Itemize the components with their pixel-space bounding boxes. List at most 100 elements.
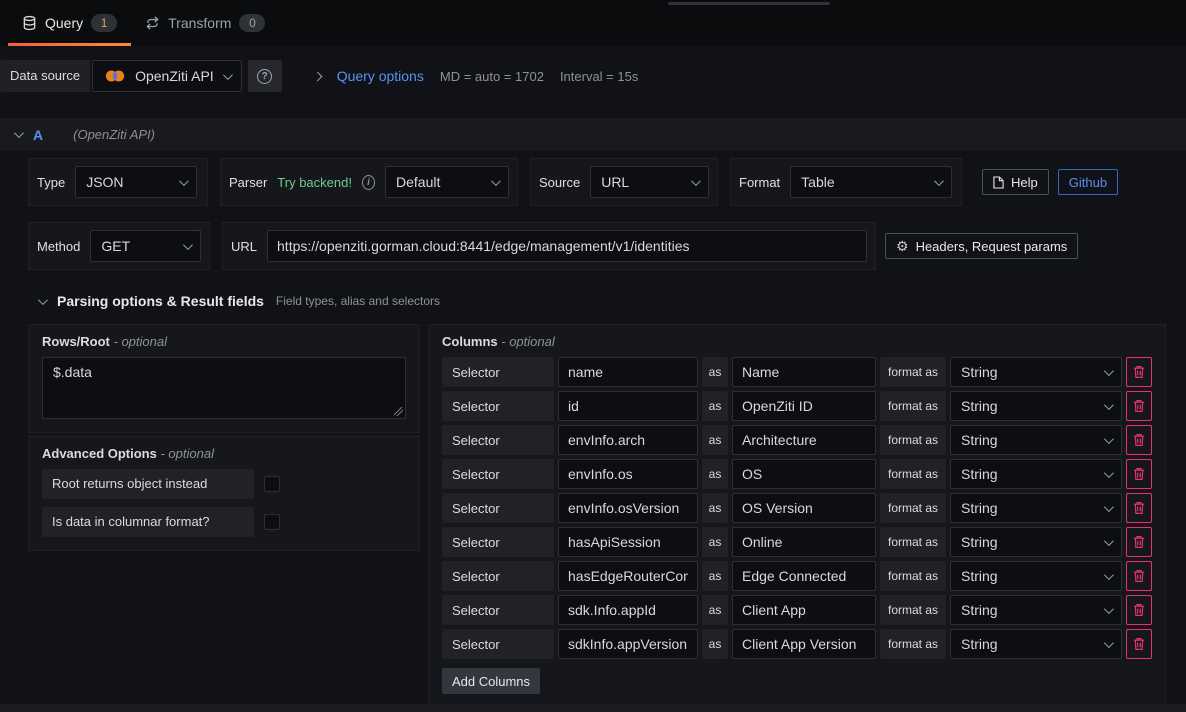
- as-chip: as: [702, 425, 728, 455]
- trash-icon: [1133, 637, 1145, 651]
- type-label: Type: [37, 175, 65, 190]
- alias-input[interactable]: [732, 527, 876, 557]
- parsing-title: Parsing options & Result fields: [57, 293, 264, 309]
- delete-column-button[interactable]: [1126, 595, 1152, 625]
- selector-input[interactable]: [558, 527, 698, 557]
- tab-query[interactable]: Query 1: [8, 0, 131, 46]
- editor-tabbar: Query 1 Transform 0: [0, 0, 1186, 46]
- format-as-chip: format as: [880, 459, 946, 489]
- selector-input[interactable]: [558, 561, 698, 591]
- query-row-header[interactable]: A (OpenZiti API): [0, 118, 1186, 151]
- column-format-select[interactable]: String: [950, 425, 1122, 455]
- tab-transform-label: Transform: [168, 15, 231, 31]
- alias-input[interactable]: [732, 629, 876, 659]
- column-format-value: String: [961, 636, 998, 652]
- as-chip: as: [702, 561, 728, 591]
- method-value: GET: [101, 238, 130, 254]
- selector-input[interactable]: [558, 459, 698, 489]
- column-format-select[interactable]: String: [950, 527, 1122, 557]
- parser-group: Parser Try backend! i Default: [220, 158, 518, 206]
- rows-root-input[interactable]: $.data: [42, 357, 406, 419]
- headers-params-button[interactable]: ⚙ Headers, Request params: [885, 233, 1078, 259]
- columnar-format-checkbox[interactable]: [264, 514, 280, 530]
- alias-input[interactable]: [732, 459, 876, 489]
- chevron-down-icon: [1104, 366, 1114, 376]
- url-input[interactable]: [267, 230, 867, 262]
- advanced-option-row: Is data in columnar format?: [42, 507, 406, 537]
- parser-hint: Try backend!: [277, 175, 352, 190]
- selector-chip: Selector: [442, 357, 554, 387]
- selector-chip: Selector: [442, 561, 554, 591]
- selector-chip: Selector: [442, 459, 554, 489]
- query-datasource-hint: (OpenZiti API): [73, 127, 155, 142]
- datasource-label: Data source: [0, 60, 90, 92]
- selector-input[interactable]: [558, 629, 698, 659]
- column-format-select[interactable]: String: [950, 459, 1122, 489]
- datasource-picker[interactable]: OpenZiti API: [92, 60, 242, 92]
- tab-transform[interactable]: Transform 0: [131, 0, 279, 46]
- collapse-chevron-icon: [14, 128, 24, 138]
- datasource-name: OpenZiti API: [135, 68, 214, 84]
- selector-input[interactable]: [558, 391, 698, 421]
- format-select[interactable]: Table: [790, 166, 952, 198]
- column-format-select[interactable]: String: [950, 629, 1122, 659]
- selector-chip: Selector: [442, 595, 554, 625]
- transform-count-badge: 0: [239, 14, 265, 32]
- max-datapoints-stat: MD = auto = 1702: [440, 69, 544, 84]
- alias-input[interactable]: [732, 561, 876, 591]
- root-object-option-label: Root returns object instead array?: [42, 469, 254, 499]
- delete-column-button[interactable]: [1126, 629, 1152, 659]
- delete-column-button[interactable]: [1126, 425, 1152, 455]
- column-format-select[interactable]: String: [950, 561, 1122, 591]
- column-format-select[interactable]: String: [950, 493, 1122, 523]
- parsing-section-header[interactable]: Parsing options & Result fields Field ty…: [28, 293, 1166, 309]
- rows-root-panel: Rows/Root - optional $.data: [28, 324, 420, 433]
- column-row: Selector as format as String: [442, 493, 1152, 523]
- query-options-link[interactable]: Query options: [337, 68, 424, 84]
- selector-input[interactable]: [558, 595, 698, 625]
- root-object-checkbox[interactable]: [264, 476, 280, 492]
- delete-column-button[interactable]: [1126, 391, 1152, 421]
- help-button[interactable]: Help: [982, 169, 1049, 195]
- transform-icon: [145, 15, 160, 31]
- add-columns-button[interactable]: Add Columns: [442, 668, 540, 694]
- method-select[interactable]: GET: [90, 230, 201, 262]
- format-as-chip: format as: [880, 493, 946, 523]
- selector-input[interactable]: [558, 493, 698, 523]
- resize-grip-icon[interactable]: [394, 407, 403, 416]
- as-chip: as: [702, 357, 728, 387]
- selector-chip: Selector: [442, 493, 554, 523]
- alias-input[interactable]: [732, 595, 876, 625]
- method-label: Method: [37, 239, 80, 254]
- alias-input[interactable]: [732, 425, 876, 455]
- pane-drag-handle[interactable]: [668, 2, 830, 5]
- parser-select[interactable]: Default: [385, 166, 509, 198]
- alias-input[interactable]: [732, 357, 876, 387]
- format-value: Table: [801, 174, 834, 190]
- column-format-value: String: [961, 568, 998, 584]
- column-row: Selector as format as String: [442, 425, 1152, 455]
- delete-column-button[interactable]: [1126, 527, 1152, 557]
- type-select[interactable]: JSON: [75, 166, 197, 198]
- alias-input[interactable]: [732, 493, 876, 523]
- column-format-select[interactable]: String: [950, 595, 1122, 625]
- column-format-value: String: [961, 602, 998, 618]
- chevron-down-icon: [1104, 638, 1114, 648]
- column-format-select[interactable]: String: [950, 391, 1122, 421]
- alias-input[interactable]: [732, 391, 876, 421]
- delete-column-button[interactable]: [1126, 493, 1152, 523]
- format-as-chip: format as: [880, 425, 946, 455]
- query-editor-body: Type JSON Parser Try backend! i Default …: [0, 151, 1186, 708]
- delete-column-button[interactable]: [1126, 561, 1152, 591]
- github-button[interactable]: Github: [1058, 169, 1118, 195]
- selector-input[interactable]: [558, 357, 698, 387]
- delete-column-button[interactable]: [1126, 357, 1152, 387]
- rows-root-title: Rows/Root: [42, 334, 110, 349]
- selector-input[interactable]: [558, 425, 698, 455]
- columns-title: Columns: [442, 334, 498, 349]
- columns-panel: Columns - optional Selector as format as…: [428, 324, 1166, 708]
- source-select[interactable]: URL: [590, 166, 709, 198]
- datasource-help-button[interactable]: ?: [248, 60, 282, 92]
- column-format-select[interactable]: String: [950, 357, 1122, 387]
- delete-column-button[interactable]: [1126, 459, 1152, 489]
